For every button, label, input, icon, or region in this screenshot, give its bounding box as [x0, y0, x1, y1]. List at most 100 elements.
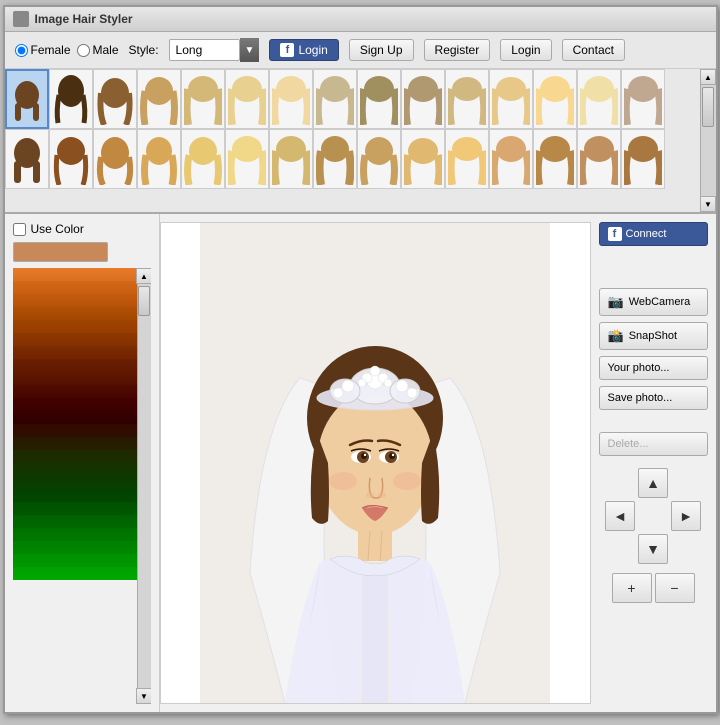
nav-grid: ▲ ◄ ► ▼: [599, 468, 708, 564]
color-preview[interactable]: [13, 242, 108, 262]
swatch-9[interactable]: [13, 372, 137, 385]
zoom-out-button[interactable]: −: [655, 573, 695, 603]
swatch-3[interactable]: [13, 294, 137, 307]
use-color-row: Use Color: [13, 222, 151, 236]
webcam-icon: 📷: [608, 294, 624, 310]
color-scroll-down[interactable]: ▼: [136, 688, 151, 704]
hair-thumb-23[interactable]: [313, 129, 357, 189]
swatch-17[interactable]: [13, 476, 137, 489]
webcamera-button[interactable]: 📷 WebCamera: [599, 288, 708, 316]
register-button[interactable]: Register: [424, 39, 491, 61]
color-scroll-thumb[interactable]: [138, 286, 150, 316]
hair-thumb-20[interactable]: [181, 129, 225, 189]
swatch-19[interactable]: [13, 502, 137, 515]
swatch-24[interactable]: [13, 567, 137, 580]
delete-button[interactable]: Delete...: [599, 432, 708, 456]
toolbar: Female Male Style: Long Short Medium Cur…: [5, 32, 716, 69]
fb-connect-button[interactable]: f Connect: [599, 222, 708, 246]
webcamera-label: WebCamera: [629, 296, 691, 308]
hair-thumb-12[interactable]: [489, 69, 533, 129]
nav-down-button[interactable]: ▼: [638, 534, 668, 564]
swatch-10[interactable]: [13, 385, 137, 398]
swatch-2[interactable]: [13, 281, 137, 294]
hair-thumb-11[interactable]: [445, 69, 489, 129]
swatch-18[interactable]: [13, 489, 137, 502]
hair-thumb-2[interactable]: [49, 69, 93, 129]
gallery-scroll-thumb[interactable]: [702, 87, 714, 127]
title-bar: Image Hair Styler: [5, 7, 716, 32]
hair-thumb-30[interactable]: [621, 129, 665, 189]
swatch-7[interactable]: [13, 346, 137, 359]
swatch-14[interactable]: [13, 437, 137, 450]
color-scroll-up[interactable]: ▲: [136, 268, 151, 284]
contact-button[interactable]: Contact: [562, 39, 625, 61]
nav-right-button[interactable]: ►: [671, 501, 701, 531]
snapshot-button[interactable]: 📸 SnapShot: [599, 322, 708, 350]
nav-empty-bl: [605, 534, 635, 564]
male-radio-label[interactable]: Male: [77, 43, 119, 57]
color-swatch-area: ▲ ▼: [13, 268, 151, 704]
login-button[interactable]: Login: [500, 39, 551, 61]
female-radio[interactable]: [15, 44, 28, 57]
hair-thumb-10[interactable]: [401, 69, 445, 129]
hair-thumb-3[interactable]: [93, 69, 137, 129]
hair-thumb-28[interactable]: [533, 129, 577, 189]
hair-thumb-17[interactable]: [49, 129, 93, 189]
fb-login-button[interactable]: f Login: [269, 39, 338, 61]
style-select[interactable]: Long Short Medium Curly: [169, 39, 240, 61]
hair-thumb-21[interactable]: [225, 129, 269, 189]
swatch-15[interactable]: [13, 450, 137, 463]
male-label: Male: [93, 43, 119, 57]
swatch-5[interactable]: [13, 320, 137, 333]
female-radio-label[interactable]: Female: [15, 43, 71, 57]
hair-thumb-15[interactable]: [621, 69, 665, 129]
hair-thumb-13[interactable]: [533, 69, 577, 129]
signup-button[interactable]: Sign Up: [349, 39, 414, 61]
swatch-12[interactable]: [13, 411, 137, 424]
hair-thumb-14[interactable]: [577, 69, 621, 129]
gallery-row-1: [5, 69, 700, 129]
nav-up-button[interactable]: ▲: [638, 468, 668, 498]
hair-thumb-18[interactable]: [93, 129, 137, 189]
swatch-11[interactable]: [13, 398, 137, 411]
swatch-4[interactable]: [13, 307, 137, 320]
swatch-13[interactable]: [13, 424, 137, 437]
swatch-22[interactable]: [13, 541, 137, 554]
hair-thumb-25[interactable]: [401, 129, 445, 189]
snapshot-icon: 📸: [608, 328, 624, 344]
color-swatches: [13, 268, 137, 704]
hair-thumb-29[interactable]: [577, 129, 621, 189]
hair-thumb-7[interactable]: [269, 69, 313, 129]
save-photo-button[interactable]: Save photo...: [599, 386, 708, 410]
nav-left-button[interactable]: ◄: [605, 501, 635, 531]
zoom-in-button[interactable]: +: [612, 573, 652, 603]
swatch-23[interactable]: [13, 554, 137, 567]
hair-thumb-1[interactable]: [5, 69, 49, 129]
hair-thumb-26[interactable]: [445, 129, 489, 189]
hair-thumb-9[interactable]: [357, 69, 401, 129]
swatch-1[interactable]: [13, 268, 137, 281]
gallery-scroll-down[interactable]: ▼: [700, 196, 716, 212]
hair-thumb-22[interactable]: [269, 129, 313, 189]
hair-thumb-8[interactable]: [313, 69, 357, 129]
hair-thumb-27[interactable]: [489, 129, 533, 189]
swatch-6[interactable]: [13, 333, 137, 346]
swatch-16[interactable]: [13, 463, 137, 476]
bride-image: [200, 223, 550, 703]
hair-thumb-19[interactable]: [137, 129, 181, 189]
hair-thumb-16[interactable]: [5, 129, 49, 189]
hair-thumb-24[interactable]: [357, 129, 401, 189]
male-radio[interactable]: [77, 44, 90, 57]
gallery-scroll-up[interactable]: ▲: [700, 69, 716, 85]
female-label: Female: [31, 43, 71, 57]
hair-thumb-5[interactable]: [181, 69, 225, 129]
hair-thumb-6[interactable]: [225, 69, 269, 129]
hair-thumb-4[interactable]: [137, 69, 181, 129]
swatch-8[interactable]: [13, 359, 137, 372]
your-photo-button[interactable]: Your photo...: [599, 356, 708, 380]
nav-empty-br: [671, 534, 701, 564]
swatch-21[interactable]: [13, 528, 137, 541]
use-color-checkbox[interactable]: [13, 223, 26, 236]
swatch-20[interactable]: [13, 515, 137, 528]
style-select-arrow[interactable]: ▼: [240, 38, 260, 62]
